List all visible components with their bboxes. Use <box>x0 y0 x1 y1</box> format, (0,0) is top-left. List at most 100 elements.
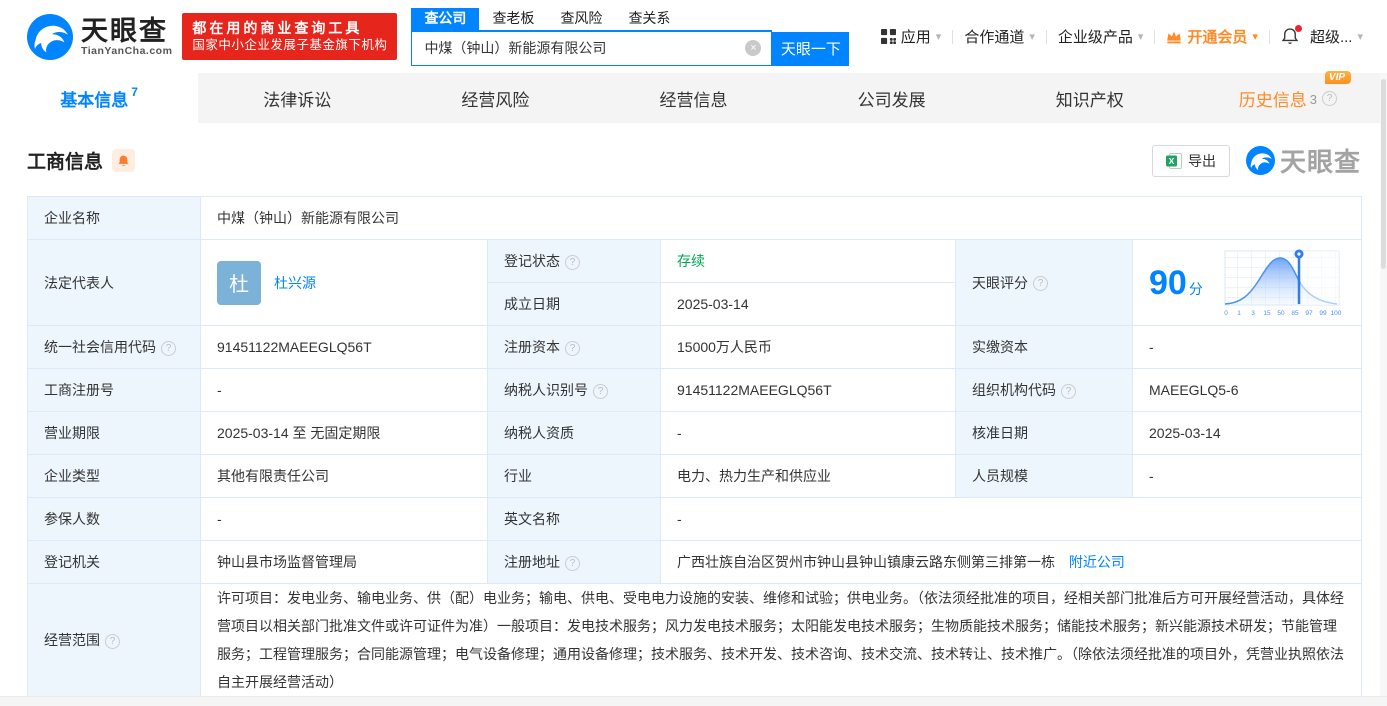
help-icon[interactable]: ? <box>1061 383 1076 399</box>
help-icon[interactable]: ? <box>565 254 580 270</box>
help-icon[interactable]: ? <box>565 555 580 571</box>
chevron-down-icon: ▾ <box>1029 31 1035 43</box>
help-icon[interactable]: ? <box>1322 90 1338 106</box>
table-row: 经营范围? 许可项目：发电业务、输电业务、供（配）电业务；输电、供电、受电电力设… <box>27 583 1362 697</box>
svg-text:1: 1 <box>1237 310 1241 317</box>
reg-status-value: 存续 <box>660 239 956 283</box>
notification-dot <box>1294 25 1302 32</box>
search-tab-risk[interactable]: 查风险 <box>547 8 615 30</box>
chevron-down-icon: ▾ <box>1357 31 1363 43</box>
help-icon[interactable]: ? <box>565 340 580 356</box>
tab-ip[interactable]: 知识产权 <box>991 73 1189 123</box>
nav-super-vip-label: 超级... <box>1309 29 1353 46</box>
nav-divider <box>952 29 954 44</box>
nearby-companies-link[interactable]: 附近公司 <box>1069 554 1125 570</box>
tab-legal[interactable]: 法律诉讼 <box>198 73 396 123</box>
search-tab-boss[interactable]: 查老板 <box>479 8 547 30</box>
nav-partner-label: 合作通道 <box>964 29 1025 46</box>
notification-bell[interactable] <box>1281 25 1302 46</box>
search-tab-company[interactable]: 查公司 <box>411 7 480 30</box>
svg-text:100: 100 <box>1331 310 1342 317</box>
credit-code-value: 91451122MAEEGLQ56T <box>200 325 488 369</box>
table-row: 参保人数 - 英文名称 - <box>27 497 1362 541</box>
search-button[interactable]: 天眼一下 <box>772 31 850 66</box>
tab-development[interactable]: 公司发展 <box>793 73 991 123</box>
export-button[interactable]: X 导出 <box>1151 144 1230 177</box>
field-label: 纳税人识别号? <box>487 368 661 412</box>
table-row: 统一社会信用代码? 91451122MAEEGLQ56T 注册资本? 15000… <box>27 325 1362 369</box>
svg-text:97: 97 <box>1305 310 1313 317</box>
vip-badge: VIP <box>1324 70 1352 84</box>
search-box: × <box>411 31 773 66</box>
help-icon[interactable]: ? <box>105 633 120 649</box>
score-cell: 90 分 0 1 3 15 50 85 97 99 100 <box>1132 239 1362 326</box>
apps-grid-icon <box>880 29 896 44</box>
search-input[interactable] <box>412 40 746 56</box>
approval-date-value: 2025-03-14 <box>1132 411 1362 455</box>
org-code-value: MAEEGLQ5-6 <box>1132 368 1362 412</box>
svg-text:3: 3 <box>1251 310 1255 317</box>
promo-line1: 都在用的商业查询工具 <box>192 20 363 36</box>
field-label: 工商注册号 <box>27 368 201 412</box>
chevron-down-icon: ▾ <box>1252 31 1258 43</box>
header: 天眼查 TianYanCha.com 都在用的商业查询工具 国家中小企业发展子基… <box>0 0 1387 73</box>
tianyancha-watermark-icon <box>1245 146 1275 175</box>
nav-divider <box>1154 29 1156 44</box>
company-type-value: 其他有限责任公司 <box>200 454 488 498</box>
svg-text:0: 0 <box>1224 310 1228 317</box>
watermark-logo: 天眼查 <box>1245 142 1361 179</box>
legal-rep-cell: 杜 杜兴源 <box>200 239 488 326</box>
field-label: 注册地址? <box>487 540 661 584</box>
field-label: 天眼评分? <box>955 239 1133 326</box>
subscribe-bell-button[interactable] <box>112 149 136 172</box>
search-area: 查公司 查老板 查风险 查关系 × 天眼一下 <box>411 7 850 66</box>
help-icon[interactable]: ? <box>1033 276 1048 292</box>
avatar[interactable]: 杜 <box>217 260 261 305</box>
table-row: 企业类型 其他有限责任公司 行业 电力、热力生产和供应业 人员规模 - <box>27 454 1362 498</box>
search-tab-relation[interactable]: 查关系 <box>615 8 683 30</box>
section-header: 工商信息 X 导出 天眼查 <box>27 123 1361 196</box>
tab-operation[interactable]: 经营信息 <box>594 73 792 123</box>
legal-rep-link[interactable]: 杜兴源 <box>274 273 316 293</box>
business-info-table: 企业名称 中煤（钟山）新能源有限公司 法定代表人 杜 杜兴源 登记状态? 存续 … <box>27 196 1362 697</box>
field-label: 登记状态? <box>487 239 661 283</box>
field-label: 法定代表人 <box>27 239 201 326</box>
company-tab-bar: 基本信息 7 法律诉讼 经营风险 经营信息 公司发展 知识产权 历史信息 3 ?… <box>0 70 1387 123</box>
help-icon[interactable]: ? <box>161 340 176 356</box>
tab-basic-info[interactable]: 基本信息 7 <box>0 73 199 123</box>
tab-risk[interactable]: 经营风险 <box>396 73 594 123</box>
industry-value: 电力、热力生产和供应业 <box>660 454 956 498</box>
clear-icon[interactable]: × <box>745 40 762 56</box>
nav-enterprise[interactable]: 企业级产品 ▾ <box>1058 26 1144 47</box>
scrollbar[interactable] <box>1380 73 1387 706</box>
chevron-down-icon: ▾ <box>1137 31 1144 43</box>
nav-super-vip[interactable]: 超级... ▾ <box>1310 26 1363 47</box>
table-row: 营业期限 2025-03-14 至 无固定期限 纳税人资质 - 核准日期 202… <box>27 411 1362 455</box>
table-row: 登记机关 钟山县市场监督管理局 注册地址? 广西壮族自治区贺州市钟山县钟山镇康云… <box>27 540 1362 584</box>
content: 工商信息 X 导出 天眼查 企业名称 中煤（钟山）新能源有限公司 法定代表人 杜… <box>0 123 1387 697</box>
section-title: 工商信息 <box>27 152 104 173</box>
staff-size-value: - <box>1132 454 1362 498</box>
help-icon[interactable]: ? <box>593 383 608 399</box>
tab-history-label: 历史信息 <box>1238 90 1307 110</box>
svg-text:50: 50 <box>1277 310 1285 317</box>
score-value: 90 分 <box>1149 263 1203 302</box>
nav-partner[interactable]: 合作通道 ▾ <box>964 26 1035 47</box>
registered-address-value: 广西壮族自治区贺州市钟山县钟山镇康云路东侧第三排第一栋 <box>677 554 1055 570</box>
top-nav: 应用 ▾ 合作通道 ▾ 企业级产品 ▾ 开通会员 ▾ 超级... ▾ <box>880 25 1387 47</box>
field-label: 纳税人资质 <box>487 411 661 455</box>
crown-icon <box>1167 30 1182 43</box>
nav-open-vip[interactable]: 开通会员 ▾ <box>1166 26 1258 47</box>
field-label: 行业 <box>487 454 661 498</box>
table-row: 法定代表人 杜 杜兴源 登记状态? 存续 天眼评分? 90 分 0 1 3 15… <box>27 239 1362 326</box>
tab-history[interactable]: 历史信息 3 ? VIP <box>1189 70 1387 123</box>
nav-apps-label: 应用 <box>900 29 931 46</box>
registered-address-cell: 广西壮族自治区贺州市钟山县钟山镇康云路东侧第三排第一栋 附近公司 <box>660 540 1362 584</box>
search-bar: × 天眼一下 <box>411 31 850 66</box>
table-row: 企业名称 中煤（钟山）新能源有限公司 <box>27 196 1362 240</box>
paid-capital-value: - <box>1132 325 1362 369</box>
tianyancha-logo[interactable]: 天眼查 TianYanCha.com <box>27 13 172 60</box>
scrollbar-thumb[interactable] <box>1381 79 1386 269</box>
field-label: 英文名称 <box>487 497 661 541</box>
nav-apps[interactable]: 应用 ▾ <box>880 26 941 47</box>
